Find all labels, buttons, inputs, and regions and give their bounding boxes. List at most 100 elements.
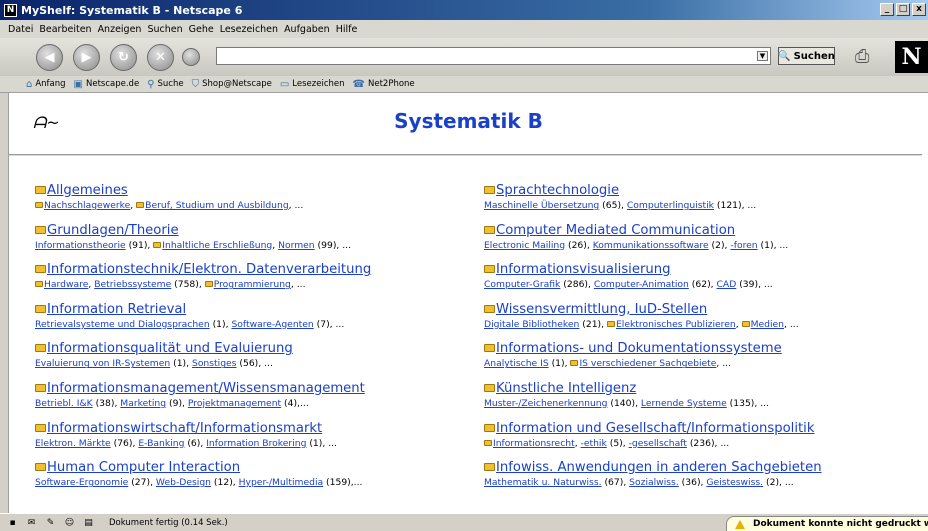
print-button[interactable]: ⎙ <box>855 46 881 68</box>
bookmark-lesezeichen[interactable]: ▭ Lesezeichen <box>280 79 345 90</box>
bookmark-anfang[interactable]: ⌂ Anfang <box>26 79 66 90</box>
subcategory-link[interactable]: Kommunikationssoftware <box>593 240 709 251</box>
netscape-status-icon[interactable]: ▪ <box>6 517 19 528</box>
subcategory-link[interactable]: -gesellschaft <box>629 438 687 449</box>
menu-lesezeichen[interactable]: Lesezeichen <box>220 24 278 35</box>
subcategory-link[interactable]: Hyper-/Multimedia <box>239 477 324 488</box>
subcategory-link[interactable]: Hardware <box>35 279 88 290</box>
subcategory-link[interactable]: -foren <box>730 240 757 251</box>
subcategory-link[interactable]: Marketing <box>120 398 166 409</box>
subcategory-link[interactable]: Software-Ergonomie <box>35 477 128 488</box>
subcategory-link[interactable]: Computer-Grafik <box>484 279 560 290</box>
minimize-button[interactable]: _ <box>880 3 894 16</box>
category-link[interactable]: Computer Mediated Communication <box>484 223 924 238</box>
subcategory-link[interactable]: Inhaltliche Erschließung <box>153 240 272 251</box>
subcategory-link[interactable]: Sonstiges <box>192 358 237 369</box>
category-link[interactable]: Informations- und Dokumentationssysteme <box>484 341 924 356</box>
category-link[interactable]: Human Computer Interaction <box>35 460 475 475</box>
category-link[interactable]: Informationswirtschaft/Informationsmarkt <box>35 421 475 436</box>
menu-anzeigen[interactable]: Anzeigen <box>98 24 142 35</box>
subcategory-link[interactable]: Web-Design <box>156 477 211 488</box>
maximize-button[interactable]: □ <box>896 3 910 16</box>
mail-icon[interactable]: ✉ <box>25 517 38 528</box>
folder-icon <box>35 423 46 432</box>
menu-gehe[interactable]: Gehe <box>189 24 214 35</box>
subcategory-link[interactable]: Geisteswiss. <box>706 477 763 488</box>
category-link[interactable]: Informationstechnik/Elektron. Datenverar… <box>35 262 475 277</box>
subcategory-link[interactable]: Nachschlagewerke <box>35 200 130 211</box>
bookmark-net2phone[interactable]: ☎ Net2Phone <box>353 79 415 90</box>
menu-hilfe[interactable]: Hilfe <box>336 24 358 35</box>
menu-suchen[interactable]: Suchen <box>147 24 182 35</box>
subcategory-link[interactable]: IS verschiedener Sachgebiete <box>570 358 716 369</box>
subcategory-link[interactable]: CAD <box>717 279 737 290</box>
subcategory-link[interactable]: Analytische IS <box>484 358 549 369</box>
subcategory-link[interactable]: Normen <box>278 240 315 251</box>
subcategory-link[interactable]: Elektron. Märkte <box>35 438 111 449</box>
home-icon: ⌂ <box>26 78 33 90</box>
category-column-right: Sprachtechnologie Maschinelle Übersetzung… <box>484 183 924 500</box>
category-link[interactable]: Informationsqualität und Evaluierung <box>35 341 475 356</box>
reload-button[interactable]: ↻ <box>110 43 137 71</box>
subcategory-link[interactable]: Medien <box>741 319 784 330</box>
bookmark-netscape-de[interactable]: ▣ Netscape.de <box>74 79 140 90</box>
category-link[interactable]: Informationsmanagement/Wissensmanagement <box>35 381 475 396</box>
menu-bearbeiten[interactable]: Bearbeiten <box>39 24 91 35</box>
subcategory-line: Retrievalsysteme und Dialogsprachen (1),… <box>35 318 475 331</box>
subcategory-count: (76), <box>110 437 139 449</box>
subcategory-link[interactable]: Software-Agenten <box>231 319 313 330</box>
subcategory-link[interactable]: Maschinelle Übersetzung <box>484 200 599 211</box>
category-link[interactable]: Information Retrieval <box>35 302 475 317</box>
subcategory-link[interactable]: Informationsrecht <box>484 438 575 449</box>
category-link[interactable]: Allgemeines <box>35 183 475 198</box>
bookmark-shop[interactable]: ⛉ Shop@Netscape <box>192 79 272 90</box>
sidebar-grip[interactable] <box>0 93 9 513</box>
subcategory-link[interactable]: Retrievalsysteme und Dialogsprachen <box>35 319 210 330</box>
subcategory-link[interactable]: Electronic Mailing <box>484 240 565 251</box>
aim-icon[interactable]: ☺ <box>63 517 76 528</box>
subcategory-link[interactable]: Sozialwiss. <box>629 477 679 488</box>
page-proxy-icon[interactable] <box>182 48 200 66</box>
category-link[interactable]: Information und Gesellschaft/Information… <box>484 421 924 436</box>
folder-icon <box>153 241 162 248</box>
subcategory-link[interactable]: -ethik <box>581 438 607 449</box>
category-link[interactable]: Informationsvisualisierung <box>484 262 924 277</box>
menu-datei[interactable]: Datei <box>8 24 33 35</box>
stop-button[interactable]: ✕ <box>147 43 174 71</box>
netscape-logo[interactable]: N <box>895 41 928 73</box>
bookmark-suche[interactable]: ⚲ Suche <box>147 79 183 90</box>
subcategory-link[interactable]: Information Brokering <box>206 438 306 449</box>
menu-aufgaben[interactable]: Aufgaben <box>284 24 330 35</box>
subcategory-link[interactable]: Digitale Bibliotheken <box>484 319 579 330</box>
url-dropdown-icon[interactable]: ▼ <box>757 51 768 61</box>
search-button[interactable]: 🔍 Suchen <box>778 47 835 65</box>
subcategory-link[interactable]: Beruf, Studium und Ausbildung <box>136 200 289 211</box>
subcategory-link[interactable]: Betriebl. I&K <box>35 398 93 409</box>
subcategory-link[interactable]: Lernende Systeme <box>641 398 727 409</box>
address-book-icon[interactable]: ▤ <box>82 517 95 528</box>
subcategory-link[interactable]: Informationstheorie <box>35 240 126 251</box>
url-input[interactable]: ▼ <box>216 47 771 65</box>
back-arrow-icon: ◀ <box>44 49 55 65</box>
subcategory-link[interactable]: Evaluierung von IR-Systemen <box>35 358 170 369</box>
close-button[interactable]: x <box>912 3 926 16</box>
subcategory-link[interactable]: Computerlinguistik <box>627 200 714 211</box>
back-button[interactable]: ◀ <box>36 43 63 71</box>
subcategory-link[interactable]: Betriebssysteme <box>94 279 171 290</box>
category-link[interactable]: Grundlagen/Theorie <box>35 223 475 238</box>
print-alert[interactable]: Dokument konnte nicht gedruckt werde <box>726 516 928 531</box>
subcategory-link[interactable]: Muster-/Zeichenerkennung <box>484 398 607 409</box>
category-link[interactable]: Infowiss. Anwendungen in anderen Sachgeb… <box>484 460 924 475</box>
subcategory-link[interactable]: Elektronisches Publizieren <box>606 319 736 330</box>
subcategory-link[interactable]: Computer-Animation <box>594 279 689 290</box>
forward-button[interactable]: ▶ <box>73 43 100 71</box>
subcategory-link[interactable]: E-Banking <box>138 438 184 449</box>
subcategory-link[interactable]: Mathematik u. Naturwiss. <box>484 477 602 488</box>
subcategory-link[interactable]: Programmierung <box>204 279 291 290</box>
subcategory-link[interactable]: Projektmanagement <box>188 398 281 409</box>
composer-icon[interactable]: ✎ <box>44 517 57 528</box>
category-link[interactable]: Sprachtechnologie <box>484 183 924 198</box>
category-link[interactable]: Wissensvermittlung, IuD-Stellen <box>484 302 924 317</box>
window-titlebar[interactable]: N MyShelf: Systematik B - Netscape 6 _ □… <box>0 0 928 20</box>
category-link[interactable]: Künstliche Intelligenz <box>484 381 924 396</box>
